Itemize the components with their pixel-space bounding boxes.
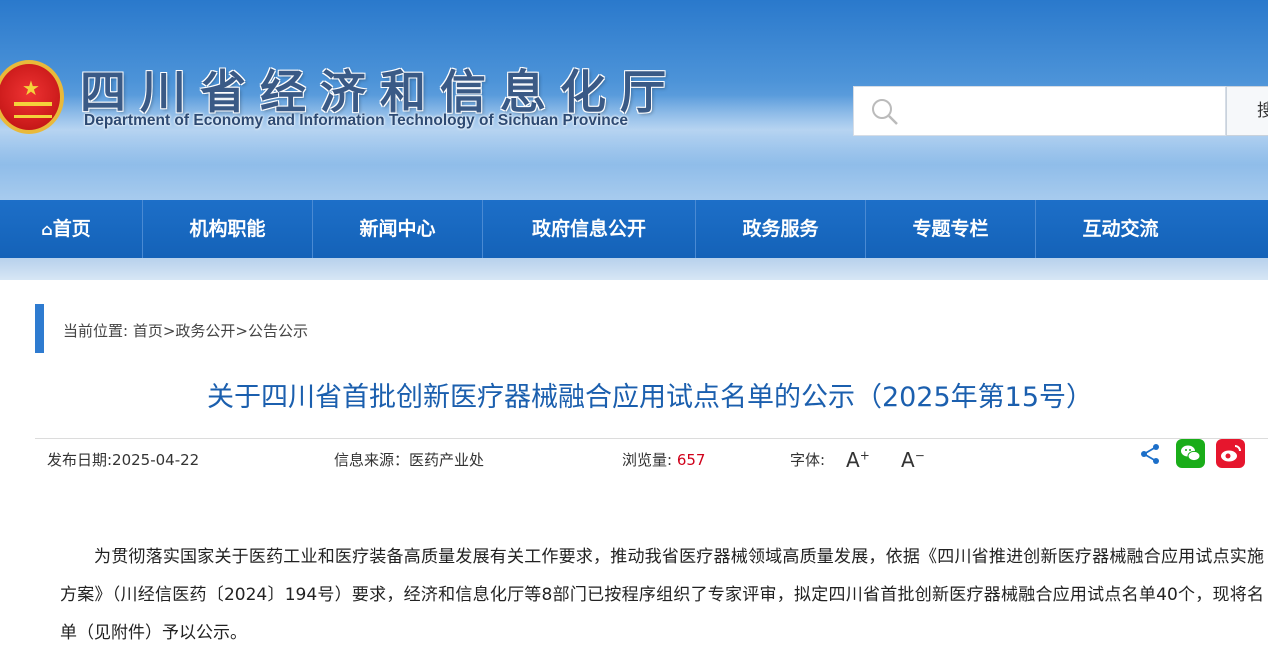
font-decrease-glyph: A — [901, 448, 915, 472]
weibo-icon[interactable] — [1216, 439, 1245, 468]
nav-item-label: 首页 — [52, 218, 91, 240]
site-header: ★ 四川省经济和信息化厅 Department of Economy and I… — [0, 0, 1268, 200]
nav-item-topics[interactable]: 专题专栏 — [866, 200, 1035, 258]
nav-item-news[interactable]: 新闻中心 — [313, 200, 482, 258]
article-body: 为贯彻落实国家关于医药工业和医疗装备高质量发展有关工作要求，推动我省医疗器械领域… — [60, 538, 1264, 652]
nav-item-functions[interactable]: 机构职能 — [143, 200, 312, 258]
weibo-glyph-icon — [1221, 445, 1241, 462]
search-icon — [872, 99, 898, 125]
wechat-icon[interactable] — [1176, 439, 1205, 468]
meta-divider — [35, 438, 1268, 439]
info-source: 信息来源：医药产业处 — [334, 451, 485, 469]
nav-item-gov-info[interactable]: 政府信息公开 — [483, 200, 695, 258]
home-icon: ⌂ — [41, 220, 53, 239]
view-count-value: 657 — [676, 451, 706, 469]
main-nav: ⌂首页 机构职能 新闻中心 政府信息公开 政务服务 专题专栏 互动交流 — [0, 200, 1268, 258]
article-paragraph: 为贯彻落实国家关于医药工业和医疗装备高质量发展有关工作要求，推动我省医疗器械领域… — [60, 547, 1265, 643]
nav-item-home[interactable]: ⌂首页 — [28, 200, 104, 258]
view-count: 浏览量: 657 — [622, 449, 705, 470]
search-button[interactable]: 搜 — [1226, 86, 1268, 136]
article-title: 关于四川省首批创新医疗器械融合应用试点名单的公示（2025年第15号） — [206, 382, 1094, 413]
wechat-glyph-icon — [1181, 445, 1201, 462]
font-decrease-button[interactable]: A− — [901, 448, 925, 472]
nav-item-interaction[interactable]: 互动交流 — [1036, 200, 1205, 258]
search-box[interactable] — [853, 86, 1226, 136]
share-icon[interactable] — [1139, 443, 1161, 465]
breadcrumb[interactable]: 当前位置: 首页>政务公开>公告公示 — [63, 320, 308, 341]
font-increase-button[interactable]: A+ — [846, 448, 870, 472]
font-size-label: 字体: — [790, 451, 826, 469]
breadcrumb-accent-bar — [35, 304, 44, 353]
font-increase-glyph: A — [846, 448, 860, 472]
nav-shadow-band — [0, 258, 1268, 280]
site-title-english: Department of Economy and Information Te… — [84, 112, 628, 129]
search-input[interactable] — [906, 87, 1221, 135]
view-count-label: 浏览量: — [622, 451, 677, 469]
publish-date: 发布日期:2025-04-22 — [47, 451, 200, 469]
nav-item-services[interactable]: 政务服务 — [696, 200, 865, 258]
